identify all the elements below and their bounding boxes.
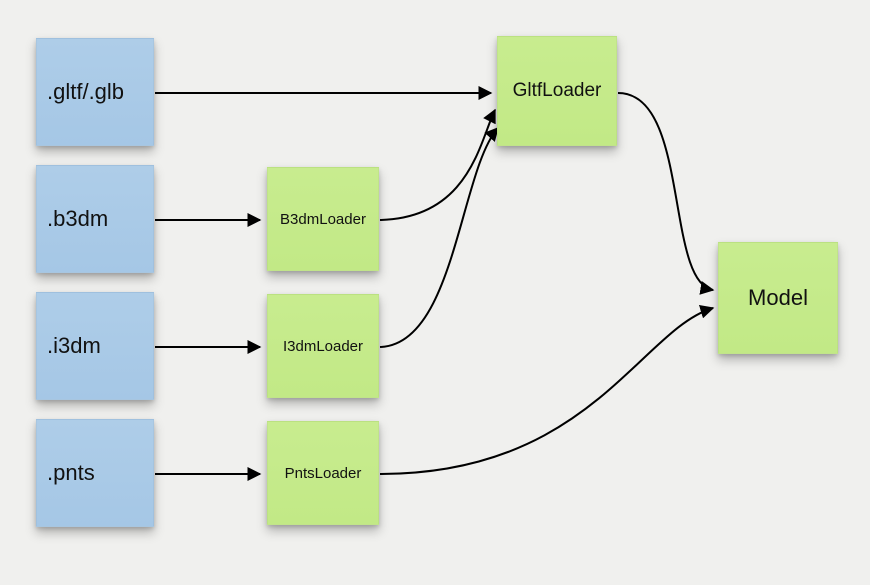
edge-b3dmloader-to-gltfloader [380,110,495,220]
node-label: .pnts [47,460,95,486]
node-output-model: Model [718,242,838,354]
node-loader-i3dm: I3dmLoader [267,294,379,398]
node-format-gltf-glb: .gltf/.glb [36,38,154,146]
edge-pntsloader-to-model [380,308,713,474]
node-label: GltfLoader [513,80,602,102]
node-format-b3dm: .b3dm [36,165,154,273]
node-format-pnts: .pnts [36,419,154,527]
node-loader-b3dm: B3dmLoader [267,167,379,271]
node-label: .i3dm [47,333,101,359]
edge-gltfloader-to-model [618,93,713,290]
diagram-canvas: .gltf/.glb .b3dm .i3dm .pnts B3dmLoader … [0,0,870,585]
node-label: Model [748,285,808,311]
node-loader-gltf: GltfLoader [497,36,617,146]
edge-i3dmloader-to-gltfloader [380,128,498,347]
node-label: .b3dm [47,206,108,232]
node-label: B3dmLoader [280,211,366,228]
node-label: .gltf/.glb [47,79,124,105]
node-loader-pnts: PntsLoader [267,421,379,525]
node-format-i3dm: .i3dm [36,292,154,400]
node-label: I3dmLoader [283,338,363,355]
node-label: PntsLoader [285,465,362,482]
